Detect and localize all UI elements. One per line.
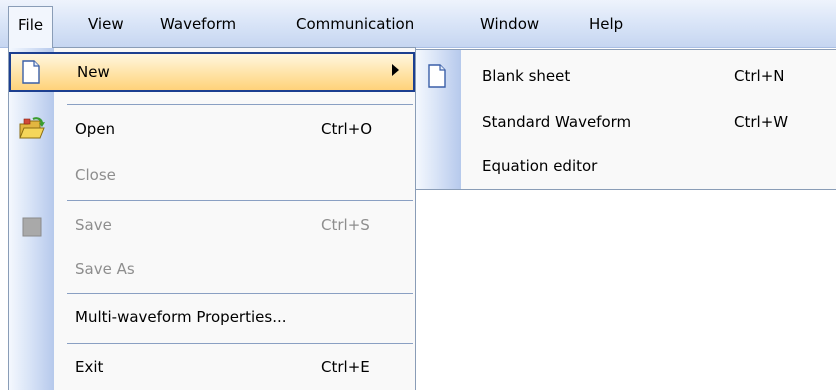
menu-item-label: Multi-waveform Properties... (75, 308, 287, 326)
menu-item-shortcut: Ctrl+E (321, 358, 370, 376)
menu-item-label: Exit (75, 358, 104, 376)
menu-separator (67, 104, 413, 105)
blank-page-icon (426, 63, 448, 103)
menu-communication[interactable]: Communication (296, 0, 414, 48)
menu-bar: File View Waveform Communication Window … (0, 0, 836, 48)
menu-item-open[interactable]: Open Ctrl+O (9, 112, 415, 146)
submenu-item-standard-waveform[interactable]: Standard Waveform Ctrl+W (416, 102, 836, 142)
menu-file[interactable]: File (8, 6, 54, 48)
submenu-item-equation-editor[interactable]: Equation editor (416, 146, 836, 186)
menu-item-new[interactable]: New (9, 52, 415, 92)
new-submenu: Blank sheet Ctrl+N Standard Waveform Ctr… (415, 49, 836, 190)
submenu-item-shortcut: Ctrl+W (734, 113, 789, 131)
menu-item-label: Close (75, 166, 116, 184)
menu-separator (67, 293, 413, 294)
menu-item-label: New (77, 63, 110, 81)
submenu-item-label: Standard Waveform (482, 113, 632, 131)
menu-separator (67, 343, 413, 344)
menu-window[interactable]: Window (480, 0, 539, 48)
open-folder-icon (18, 116, 46, 154)
submenu-item-label: Blank sheet (482, 67, 571, 85)
menu-waveform[interactable]: Waveform (160, 0, 236, 48)
menu-item-close[interactable]: Close (9, 158, 415, 192)
submenu-item-label: Equation editor (482, 157, 598, 175)
submenu-arrow-icon (392, 64, 399, 76)
menu-view[interactable]: View (88, 0, 124, 48)
file-menu-dropdown: New Open Ctrl+O Close Save Ctrl+S Save A… (8, 47, 416, 390)
menu-item-shortcut: Ctrl+O (321, 120, 373, 138)
menu-item-label: Save As (75, 260, 135, 278)
submenu-item-blank-sheet[interactable]: Blank sheet Ctrl+N (416, 56, 836, 96)
menu-item-multi-waveform-properties[interactable]: Multi-waveform Properties... (9, 300, 415, 334)
save-icon (22, 215, 42, 249)
menu-item-save[interactable]: Save Ctrl+S (9, 208, 415, 242)
menu-item-label: Open (75, 120, 116, 138)
menu-item-label: Save (75, 216, 112, 234)
menu-help[interactable]: Help (589, 0, 623, 48)
submenu-item-shortcut: Ctrl+N (734, 67, 785, 85)
new-document-icon (20, 60, 42, 97)
menu-separator (67, 200, 413, 201)
menu-item-exit[interactable]: Exit Ctrl+E (9, 350, 415, 384)
menu-item-save-as[interactable]: Save As (9, 252, 415, 286)
menu-item-shortcut: Ctrl+S (321, 216, 370, 234)
